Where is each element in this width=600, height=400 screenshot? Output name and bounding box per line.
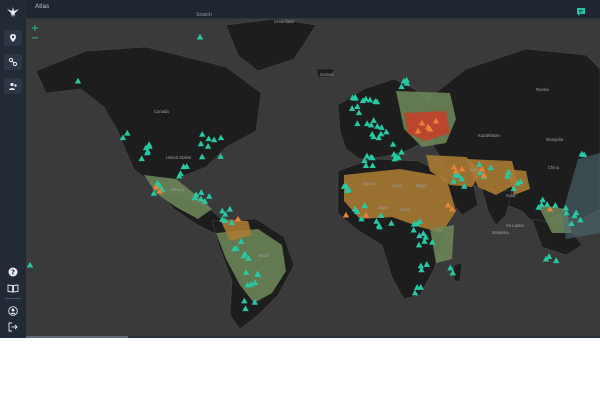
event-marker[interactable]	[219, 207, 226, 214]
label-egypt: Egypt	[416, 183, 428, 188]
label-china: China	[548, 165, 560, 170]
zoom-out-button[interactable]: −	[29, 34, 41, 44]
sidebar: ?	[0, 0, 26, 338]
label-algeria: Algeria	[362, 181, 376, 186]
svg-text:?: ?	[11, 268, 15, 276]
sidebar-divider	[5, 298, 21, 299]
label-russia: Russia	[536, 87, 549, 92]
event-marker-alert[interactable]	[234, 215, 242, 222]
event-marker[interactable]	[226, 205, 234, 212]
label-chad: Chad	[400, 207, 411, 212]
label-libya: Libya	[392, 183, 403, 188]
atlas-app: ? Atlas Search Greenland Iceland Canada …	[0, 0, 600, 338]
label-kazakhstan: Kazakhstan	[478, 133, 501, 138]
event-marker[interactable]	[196, 33, 204, 40]
label-iran: Iran	[470, 167, 478, 172]
eagle-logo-icon[interactable]	[4, 4, 22, 20]
greenland-land	[225, 19, 317, 72]
label-canada: Canada	[154, 109, 169, 114]
event-marker[interactable]	[206, 192, 213, 199]
logout-icon[interactable]	[4, 319, 22, 335]
zoom-controls: + −	[29, 24, 41, 44]
graph-nodes-icon[interactable]	[4, 54, 22, 70]
book-icon[interactable]	[4, 280, 22, 296]
scrollbar-thumb[interactable]	[26, 336, 128, 338]
label-sri-lanka: Sri Lanka	[506, 223, 524, 228]
chat-icon[interactable]	[576, 4, 586, 16]
label-mexico: Mexico	[171, 187, 185, 192]
madagascar-land	[453, 262, 463, 282]
north-america-land	[35, 46, 262, 188]
region-mexico	[144, 175, 212, 219]
event-marker[interactable]	[198, 189, 205, 196]
people-icon[interactable]	[4, 78, 22, 94]
event-marker[interactable]	[26, 261, 34, 268]
user-circle-icon[interactable]	[4, 303, 22, 319]
top-bar: Atlas	[26, 0, 600, 21]
label-malaysia: Malaysia	[492, 230, 509, 235]
label-brazil: Brazil	[258, 253, 269, 258]
app-title: Atlas	[35, 4, 50, 10]
label-india: India	[506, 193, 516, 198]
label-united-states: United States	[166, 155, 191, 160]
label-niger: Niger	[378, 205, 389, 210]
label-iceland: Iceland	[320, 72, 334, 77]
map-canvas: Greenland Iceland Canada United States M…	[26, 19, 600, 330]
map-pin-icon[interactable]	[4, 30, 22, 46]
label-mongolia: Mongolia	[546, 137, 564, 142]
event-marker[interactable]	[553, 257, 560, 264]
search-box	[194, 3, 344, 21]
label-greenland: Greenland	[274, 19, 294, 24]
help-icon[interactable]: ?	[4, 264, 22, 280]
event-marker[interactable]	[447, 264, 454, 271]
world-map[interactable]: Greenland Iceland Canada United States M…	[26, 19, 600, 336]
